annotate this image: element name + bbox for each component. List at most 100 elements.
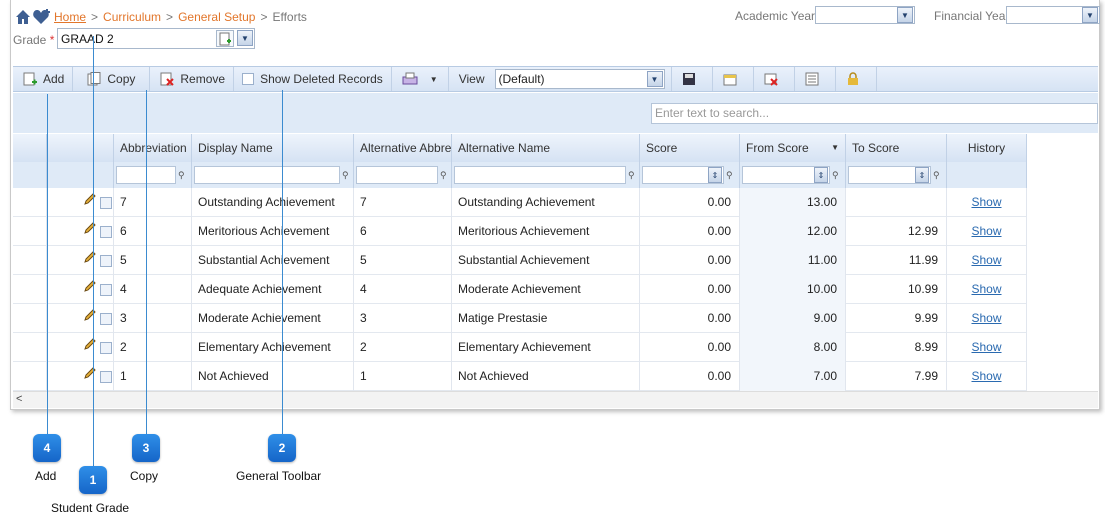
history-link[interactable]: Show [947,275,1027,304]
column-header[interactable]: To Score [846,134,947,162]
export-icon [723,72,737,86]
history-link[interactable]: Show [947,246,1027,275]
spinner-icon[interactable]: ⇕ [915,167,929,183]
breadcrumb-home[interactable]: Home [54,10,86,24]
display-name-cell: Not Achieved [192,362,354,391]
alt-name-cell: Moderate Achievement [452,275,640,304]
chevron-down-icon[interactable]: ▼ [1082,7,1098,23]
history-link[interactable]: Show [947,362,1027,391]
edit-icon[interactable] [83,246,97,275]
row-spacer [13,304,47,333]
history-link[interactable]: Show [947,217,1027,246]
filter-input[interactable] [194,166,340,184]
abbreviation-cell: 7 [114,188,192,217]
spinner-icon[interactable]: ⇕ [708,167,722,183]
row-checkbox[interactable] [100,196,112,209]
column-header[interactable]: Alternative Name [452,134,640,162]
filter-input[interactable] [454,166,626,184]
copy-button[interactable]: Copy [73,67,151,91]
academic-year-select[interactable]: ▼ [815,6,915,24]
row-actions [47,362,114,391]
chevron-down-icon[interactable]: ▼ [237,30,253,46]
alt-abbreviation-cell: 1 [354,362,452,391]
table-row[interactable]: 5 Substantial Achievement 5 Substantial Ach… [13,246,1027,275]
edit-icon[interactable] [83,217,97,246]
grade-add-icon[interactable] [216,30,234,47]
view-select[interactable]: (Default) ▼ [494,69,665,89]
table-row[interactable]: 6 Meritorious Achievement 6 Meritorious Ach… [13,217,1027,246]
filter-input[interactable]: ⇕ [642,166,724,184]
filter-icon[interactable]: ⚲ [178,170,188,181]
horizontal-scrollbar[interactable]: < [13,391,1098,408]
history-link[interactable]: Show [947,333,1027,362]
table-row[interactable]: 4 Adequate Achievement 4 Moderate Achieveme… [13,275,1027,304]
score-cell: 0.00 [640,217,740,246]
filter-input[interactable]: ⇕ [742,166,830,184]
grid-header: Abbreviation Display Name Alternative Ab… [13,134,1027,162]
save-view-button[interactable] [670,67,713,91]
grade-select[interactable]: GRAAD 2 ▼ [57,28,255,49]
edit-icon[interactable] [83,362,97,391]
home-icon[interactable] [14,8,32,26]
filter-icon[interactable]: ⚲ [726,170,736,181]
grade-value: GRAAD 2 [61,32,114,46]
callout-line [146,90,147,434]
column-header[interactable]: Abbreviation [114,134,192,162]
lock-button[interactable] [836,67,877,91]
row-checkbox[interactable] [100,341,112,354]
column-header-sorted[interactable]: From Score ▼ [740,134,846,162]
score-cell: 0.00 [640,362,740,391]
filter-input[interactable]: ⇕ [848,166,931,184]
history-link[interactable]: Show [947,188,1027,217]
row-checkbox[interactable] [100,283,112,296]
edit-icon[interactable] [83,188,97,217]
add-button[interactable]: Add [13,67,74,91]
search-input[interactable]: Enter text to search... [651,103,1098,124]
spinner-icon[interactable]: ⇕ [814,167,828,183]
financial-year-select[interactable]: ▼ [1006,6,1100,24]
history-link[interactable]: Show [947,304,1027,333]
clear-view-button[interactable] [754,67,795,91]
filter-icon[interactable]: ⚲ [832,170,842,181]
scroll-left-icon[interactable]: < [16,393,22,405]
table-row[interactable]: 3 Moderate Achievement 3 Matige Prestasie 0.… [13,304,1027,333]
row-checkbox[interactable] [100,254,112,267]
chevron-down-icon[interactable]: ▼ [897,7,913,23]
abbreviation-cell: 1 [114,362,192,391]
column-header[interactable]: Alternative Abbre [354,134,452,162]
add-icon [23,72,37,86]
table-row[interactable]: 2 Elementary Achievement 2 Elementary Achie… [13,333,1027,362]
column-header[interactable]: History [947,134,1027,162]
row-checkbox[interactable] [100,370,112,383]
chevron-down-icon[interactable]: ▼ [646,71,663,87]
table-row[interactable]: 7 Outstanding Achievement 7 Outstanding Ach… [13,188,1027,217]
export-button[interactable] [713,67,754,91]
filter-icon[interactable]: ⚲ [628,170,638,181]
filter-icon[interactable]: ⚲ [440,170,450,181]
alt-name-cell: Meritorious Achievement [452,217,640,246]
edit-icon[interactable] [83,304,97,333]
alt-name-cell: Matige Prestasie [452,304,640,333]
column-header[interactable]: Score [640,134,740,162]
checkbox-icon[interactable] [242,73,255,85]
print-menu-button[interactable]: ▼ [392,67,449,91]
view-label: View [458,72,485,86]
callout-badge: 4 [33,434,61,462]
columns-button[interactable] [795,67,836,91]
filter-icon[interactable]: ⚲ [933,170,943,181]
favorite-icon[interactable] [32,8,50,26]
row-checkbox[interactable] [100,312,112,325]
filter-icon[interactable]: ⚲ [342,170,352,181]
edit-icon[interactable] [83,275,97,304]
column-header[interactable]: Display Name [192,134,354,162]
remove-button[interactable]: Remove [150,67,235,91]
breadcrumb-general-setup[interactable]: General Setup [178,10,255,24]
table-row[interactable]: 1 Not Achieved 1 Not Achieved 0.00 7.00 7.99 Sh… [13,362,1027,391]
row-checkbox[interactable] [100,225,112,238]
show-deleted-toggle[interactable]: Show Deleted Records [234,67,392,91]
edit-icon[interactable] [83,333,97,362]
breadcrumb-curriculum[interactable]: Curriculum [103,10,161,24]
alt-abbreviation-cell: 7 [354,188,452,217]
row-spacer [13,275,47,304]
filter-input[interactable] [356,166,438,184]
